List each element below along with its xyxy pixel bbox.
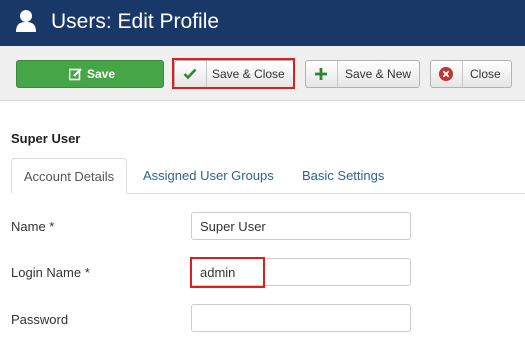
user-icon bbox=[16, 10, 36, 32]
edit-icon bbox=[69, 68, 82, 81]
checkmark-icon bbox=[183, 68, 197, 80]
save-button-label: Save bbox=[87, 67, 116, 81]
tab-assigned-user-groups[interactable]: Assigned User Groups bbox=[143, 158, 274, 194]
login-name-field-label: Login Name * bbox=[11, 265, 90, 280]
close-icon bbox=[439, 67, 453, 81]
save-and-new-label: Save & New bbox=[345, 67, 412, 81]
section-title: Super User bbox=[11, 131, 81, 146]
plus-icon bbox=[315, 68, 327, 80]
close-button-label: Close bbox=[470, 67, 501, 81]
name-field[interactable] bbox=[191, 212, 411, 240]
tab-basic-settings[interactable]: Basic Settings bbox=[302, 158, 384, 194]
page-header: Users: Edit Profile bbox=[0, 0, 525, 46]
password-field-label: Password bbox=[11, 312, 69, 327]
tab-account-details[interactable]: Account Details bbox=[11, 158, 127, 194]
page-title: Users: Edit Profile bbox=[51, 10, 220, 33]
login-name-field[interactable] bbox=[191, 258, 411, 286]
save-button[interactable]: Save bbox=[16, 60, 164, 88]
name-field-label: Name * bbox=[11, 219, 55, 234]
close-icon-box bbox=[431, 61, 463, 87]
save-and-close-button[interactable]: Save & Close bbox=[174, 60, 294, 88]
save-and-close-icon-box bbox=[175, 61, 207, 87]
save-and-new-button[interactable]: Save & New bbox=[305, 60, 420, 88]
close-button[interactable]: Close bbox=[430, 60, 512, 88]
save-and-new-icon-box bbox=[306, 61, 338, 87]
password-field[interactable] bbox=[191, 304, 411, 332]
save-and-close-label: Save & Close bbox=[212, 67, 285, 81]
